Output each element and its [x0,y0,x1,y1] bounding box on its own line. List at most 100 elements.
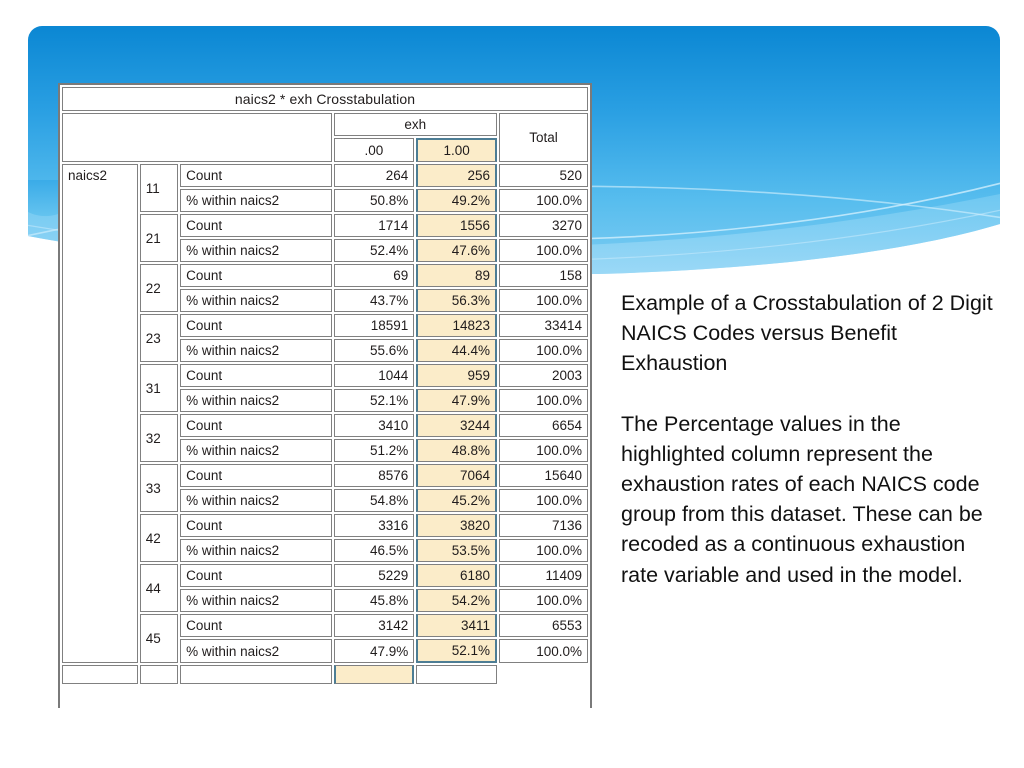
cell-percent-total: 100.0% [499,639,588,663]
cell-percent-100: 47.9% [416,389,498,412]
measure-label-count: Count [180,214,332,237]
cell-count-total: 6654 [499,414,588,437]
cell-count-000: 3142 [333,614,415,637]
column-group-header-exh: exh [333,113,498,136]
cell-count-100: 256 [416,164,498,187]
measure-label-percent: % within naics2 [180,389,332,412]
cell-count-total: 33414 [499,314,588,337]
naics-code: 23 [139,314,179,362]
cell-count-000: 18591 [333,314,415,337]
table-row: 21 Count 1714 1556 3270 [62,214,588,262]
table-row: 45 Count 3142 3411 6553 [62,614,588,663]
cell-count-100-clipped [333,665,415,684]
cell-count-000: 1714 [333,214,415,237]
cell-count-total: 7136 [499,514,588,537]
cell-percent-100: 54.2% [416,589,498,612]
cell-percent-total: 100.0% [499,589,588,612]
cell-count-total: 2003 [499,364,588,387]
cell-count-100: 7064 [416,464,498,487]
cell-percent-000: 52.1% [333,389,415,412]
cell-count-100: 3244 [416,414,498,437]
cell-count-total: 3270 [499,214,588,237]
measure-label-percent: % within naics2 [180,639,332,663]
measure-label-count: Count [180,514,332,537]
cell-percent-total: 100.0% [499,489,588,512]
measure-label-percent: % within naics2 [180,239,332,262]
naics-code: 31 [139,364,179,412]
spss-crosstab-output: naics2 * exh Crosstabulation exh Total .… [58,83,592,708]
cell-percent-100: 49.2% [416,189,498,212]
measure-label-count: Count [180,564,332,587]
cell-count-total: 158 [499,264,588,287]
cell-percent-000: 50.8% [333,189,415,212]
table-row: 32 Count 3410 3244 6654 [62,414,588,462]
measure-label-count: Count [180,414,332,437]
caption-paragraph-2: The Percentage values in the highlighted… [621,411,983,587]
cell-count-total: 520 [499,164,588,187]
table-row: 31 Count 1044 959 2003 [62,364,588,412]
naics-code: 44 [139,564,179,612]
cell-count-100: 3411 [416,614,498,637]
cell-count-000: 8576 [333,464,415,487]
cell-percent-100: 56.3% [416,289,498,312]
cell-percent-100: 48.8% [416,439,498,462]
cell-count-100: 3820 [416,514,498,537]
measure-label-percent: % within naics2 [180,189,332,212]
table-row: naics2 11 Count 264 256 520 [62,164,588,663]
cell-count-total: 11409 [499,564,588,587]
cell-count-total: 6553 [499,614,588,637]
cell-count-000: 264 [333,164,415,187]
cell-count-total-clipped [416,665,498,684]
cell-percent-total: 100.0% [499,289,588,312]
cell-count-000-clipped [180,665,332,684]
cell-percent-total: 100.0% [499,439,588,462]
measure-label-percent: % within naics2 [180,289,332,312]
crosstab-table: naics2 * exh Crosstabulation exh Total .… [60,85,590,686]
cell-percent-000: 45.8% [333,589,415,612]
cell-count-000: 5229 [333,564,415,587]
table-row: 33 Count 8576 7064 15640 [62,464,588,512]
table-row: 22 Count 69 89 158 [62,264,588,312]
cell-count-000: 3410 [333,414,415,437]
column-group-header-row: exh Total [62,113,588,162]
cell-count-total: 15640 [499,464,588,487]
row-variable-label: naics2 [62,164,138,663]
table-title: naics2 * exh Crosstabulation [62,87,588,111]
measure-label-percent: % within naics2 [180,339,332,362]
measure-label-count: Count [180,264,332,287]
measure-label-percent: % within naics2 [180,539,332,562]
naics-code: 45 [139,614,179,663]
cell-count-000: 69 [333,264,415,287]
naics-code: 21 [139,214,179,262]
table-row-partial-clipped [62,665,588,684]
column-header-total: Total [499,113,588,162]
caption-paragraph-1: Example of a Crosstabulation of 2 Digit … [621,291,993,376]
naics-code: 33 [139,464,179,512]
cell-percent-000: 52.4% [333,239,415,262]
cell-percent-100: 45.2% [416,489,498,512]
corner-blank-cell [62,113,332,162]
cell-percent-000: 46.5% [333,539,415,562]
cell-percent-total: 100.0% [499,389,588,412]
naics-code: 22 [139,264,179,312]
measure-label-clipped [139,665,179,684]
cell-count-100: 89 [416,264,498,287]
cell-percent-000: 51.2% [333,439,415,462]
table-row: 44 Count 5229 6180 11409 [62,564,588,612]
cell-percent-000: 55.6% [333,339,415,362]
cell-percent-000: 47.9% [333,639,415,663]
table-row: 23 Count 18591 14823 33414 [62,314,588,362]
column-header-000: .00 [333,138,415,162]
cell-percent-000: 43.7% [333,289,415,312]
measure-label-count: Count [180,164,332,187]
naics-code: 42 [139,514,179,562]
cell-percent-total: 100.0% [499,539,588,562]
caption-block: Example of a Crosstabulation of 2 Digit … [621,288,1003,590]
cell-count-100: 6180 [416,564,498,587]
table-row: 42 Count 3316 3820 7136 [62,514,588,562]
slide-canvas: naics2 * exh Crosstabulation exh Total .… [0,0,1024,768]
measure-label-percent: % within naics2 [180,439,332,462]
measure-label-count: Count [180,464,332,487]
cell-percent-000: 54.8% [333,489,415,512]
